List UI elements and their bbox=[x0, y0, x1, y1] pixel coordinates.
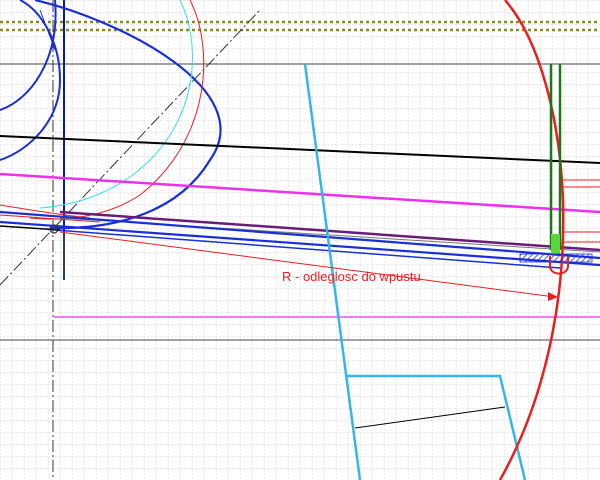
background-grid bbox=[0, 0, 600, 480]
hatched-region bbox=[519, 253, 593, 263]
cad-drawing-canvas[interactable]: R - odleglosc do wpustu bbox=[0, 0, 600, 480]
dimension-annotation-label[interactable]: R - odleglosc do wpustu bbox=[282, 269, 421, 284]
green-slot-fill bbox=[551, 234, 560, 254]
